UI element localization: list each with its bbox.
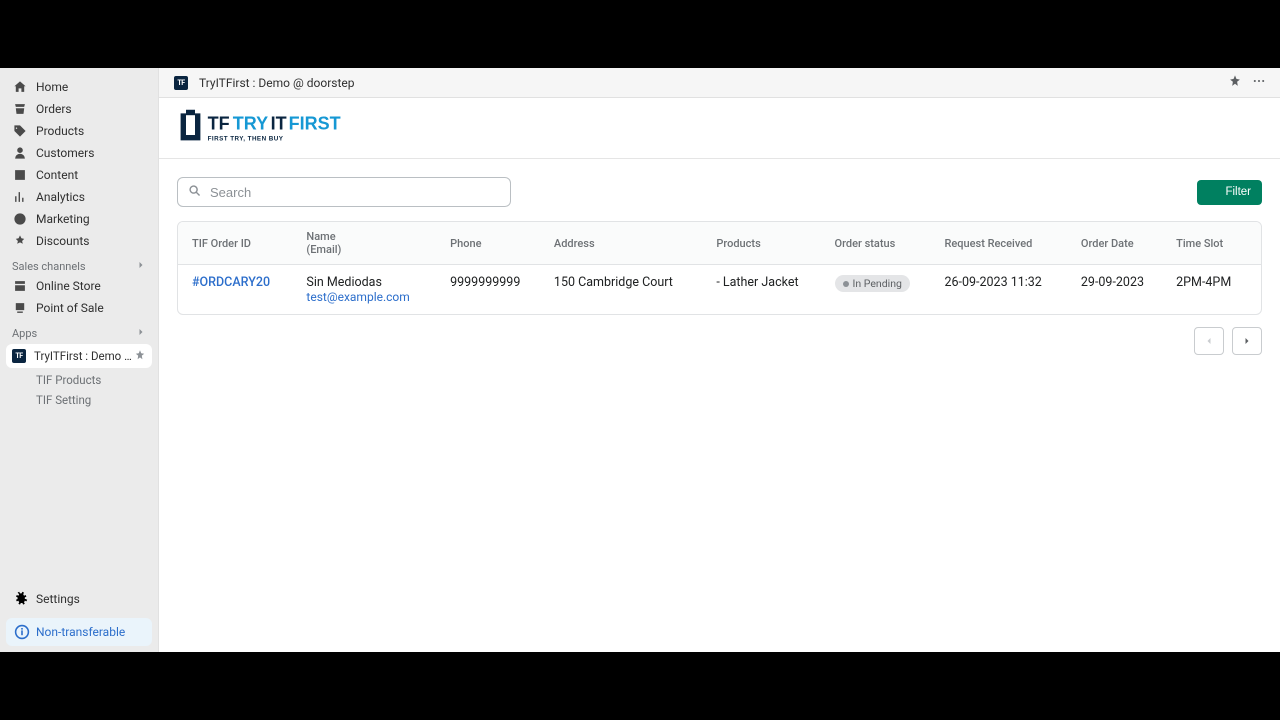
chevron-right-icon (136, 260, 146, 273)
address-cell: 150 Cambridge Court (546, 265, 708, 315)
marketing-icon (12, 211, 28, 227)
filter-label: Filter (1225, 186, 1251, 198)
app-icon: TF (173, 75, 189, 91)
sidebar-item-online-store[interactable]: Online Store (0, 275, 158, 297)
sidebar-item-label: Point of Sale (36, 301, 104, 315)
sidebar-item-label: Home (36, 80, 68, 94)
sidebar-item-home[interactable]: Home (0, 76, 158, 98)
toolbar: Filter (159, 159, 1280, 221)
sidebar-item-label: Discounts (36, 234, 89, 248)
search-input[interactable] (210, 185, 500, 200)
sidebar-item-settings[interactable]: Settings (0, 586, 158, 612)
received-cell: 26-09-2023 11:32 (936, 265, 1072, 315)
th-received: Request Received (936, 222, 1072, 265)
th-phone: Phone (442, 222, 546, 265)
sidebar-section-apps[interactable]: Apps (0, 319, 158, 342)
svg-text:IT: IT (271, 114, 287, 134)
customers-icon (12, 145, 28, 161)
status-dot-icon (843, 281, 849, 287)
chevron-right-icon (1242, 334, 1252, 349)
svg-text:FIRST: FIRST (289, 114, 341, 134)
app-sub-tif-products[interactable]: TIF Products (0, 370, 158, 390)
section-label: Sales channels (12, 260, 86, 273)
sidebar-item-orders[interactable]: Orders (0, 98, 158, 120)
table-row[interactable]: #ORDCARY20 Sin Mediodas test@example.com… (178, 265, 1261, 315)
store-icon (12, 278, 28, 294)
orders-icon (12, 101, 28, 117)
svg-text:TRY: TRY (233, 114, 268, 134)
sidebar-item-label: Analytics (36, 190, 85, 204)
search-icon (188, 183, 210, 202)
filter-icon (1208, 185, 1225, 200)
sidebar-app-active[interactable]: TF TryITFirst : Demo @ d... (6, 344, 152, 368)
main: TF TryITFirst : Demo @ doorstep TF TRY I… (159, 68, 1280, 652)
discounts-icon (12, 233, 28, 249)
non-transferable-notice[interactable]: Non-transferable (6, 618, 152, 646)
app-label: TryITFirst : Demo @ d... (34, 349, 134, 363)
chevron-left-icon (1204, 334, 1214, 349)
filter-button[interactable]: Filter (1197, 180, 1262, 205)
next-page-button[interactable] (1232, 327, 1262, 355)
time-slot-cell: 2PM-4PM (1168, 265, 1261, 315)
settings-label: Settings (36, 592, 80, 606)
th-name-email: Name (Email) (298, 222, 442, 265)
sidebar-item-marketing[interactable]: Marketing (0, 208, 158, 230)
order-link[interactable]: #ORDCARY20 (192, 275, 270, 290)
th-products: Products (708, 222, 826, 265)
sidebar-item-label: Customers (36, 146, 94, 160)
sidebar-item-discounts[interactable]: Discounts (0, 230, 158, 252)
th-order-date: Order Date (1073, 222, 1168, 265)
pin-icon[interactable] (1228, 73, 1242, 92)
content-icon (12, 167, 28, 183)
topbar: TF TryITFirst : Demo @ doorstep (159, 68, 1280, 98)
sidebar-item-label: Products (36, 124, 84, 138)
customer-email[interactable]: test@example.com (306, 290, 434, 304)
sidebar-item-label: Orders (36, 102, 72, 116)
products-icon (12, 123, 28, 139)
th-time-slot: Time Slot (1168, 222, 1261, 265)
info-icon (14, 624, 30, 640)
sidebar-item-point-of-sale[interactable]: Point of Sale (0, 297, 158, 319)
pos-icon (12, 300, 28, 316)
sidebar-item-analytics[interactable]: Analytics (0, 186, 158, 208)
non-transferable-label: Non-transferable (36, 625, 125, 639)
brand-logo: TF TRY IT FIRST FIRST TRY, THEN BUY (159, 98, 1280, 159)
pagination (159, 315, 1280, 367)
content-area: TF TRY IT FIRST FIRST TRY, THEN BUY Filt… (159, 98, 1280, 652)
search-box[interactable] (177, 177, 511, 207)
th-address: Address (546, 222, 708, 265)
page-title: TryITFirst : Demo @ doorstep (199, 76, 355, 90)
app-sub-tif-setting[interactable]: TIF Setting (0, 390, 158, 410)
chevron-right-icon (136, 327, 146, 340)
prev-page-button[interactable] (1194, 327, 1224, 355)
phone-cell: 9999999999 (442, 265, 546, 315)
sidebar-item-label: Marketing (36, 212, 90, 226)
sidebar-item-label: Content (36, 168, 78, 182)
customer-name: Sin Mediodas (306, 275, 434, 290)
home-icon (12, 79, 28, 95)
sidebar-section-sales-channels[interactable]: Sales channels (0, 252, 158, 275)
sidebar-item-content[interactable]: Content (0, 164, 158, 186)
more-icon[interactable] (1252, 73, 1266, 92)
products-cell: - Lather Jacket (708, 265, 826, 315)
status-badge: In Pending (835, 275, 910, 292)
svg-text:TF: TF (208, 114, 230, 134)
order-date-cell: 29-09-2023 (1073, 265, 1168, 315)
section-label: Apps (12, 327, 37, 340)
th-status: Order status (827, 222, 937, 265)
svg-text:FIRST TRY, THEN BUY: FIRST TRY, THEN BUY (208, 135, 284, 142)
gear-icon (12, 591, 28, 607)
pin-icon[interactable] (134, 349, 146, 364)
orders-table: TIF Order ID Name (Email) Phone Address … (177, 221, 1262, 315)
th-order-id: TIF Order ID (178, 222, 298, 265)
sidebar: Home Orders Products Customers Content A… (0, 68, 159, 652)
sidebar-item-products[interactable]: Products (0, 120, 158, 142)
sidebar-item-label: Online Store (36, 279, 101, 293)
analytics-icon (12, 189, 28, 205)
app-icon: TF (12, 348, 26, 364)
sidebar-item-customers[interactable]: Customers (0, 142, 158, 164)
